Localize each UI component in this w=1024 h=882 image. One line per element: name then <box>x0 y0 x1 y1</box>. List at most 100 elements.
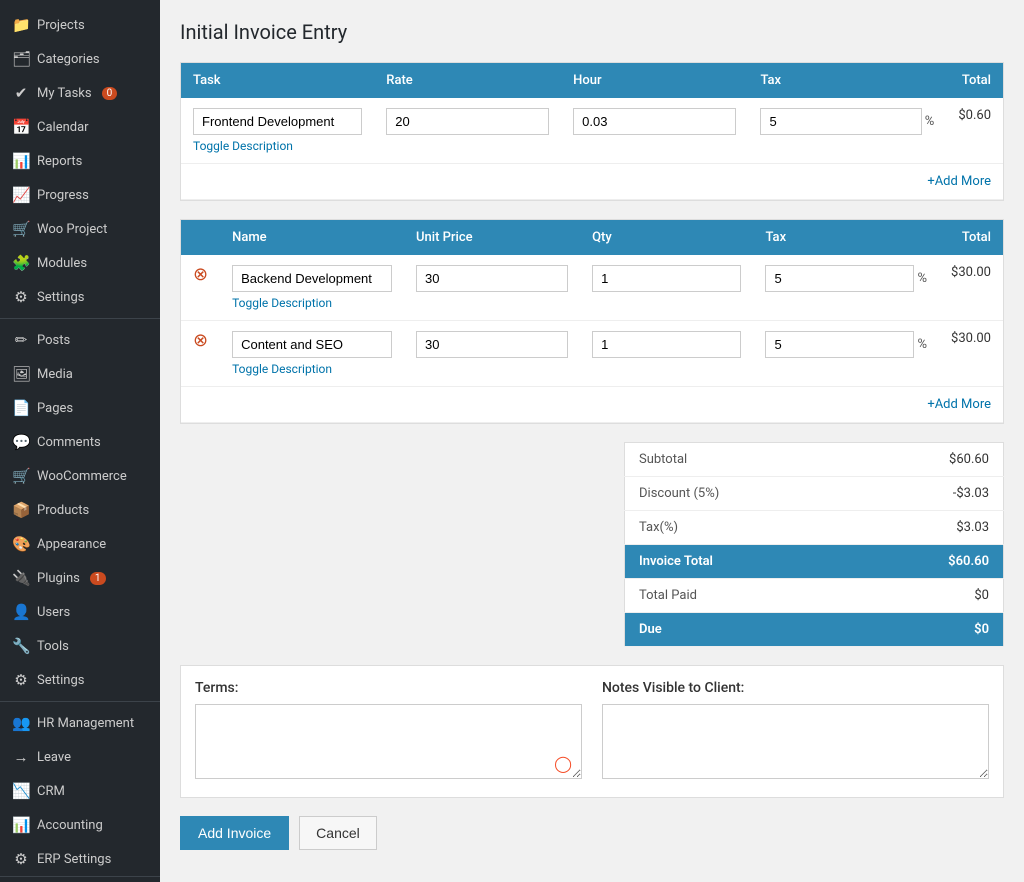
add-invoice-button[interactable]: Add Invoice <box>180 816 289 850</box>
product-toggle-desc-2[interactable]: Toggle Description <box>232 362 392 376</box>
product-tax-input-1[interactable] <box>765 265 914 292</box>
terms-label: Terms: <box>195 680 582 696</box>
notes-label: Notes Visible to Client: <box>602 680 989 696</box>
task-add-more-row: +Add More <box>181 164 1003 200</box>
sidebar-item-leave[interactable]: → Leave <box>0 740 160 774</box>
sidebar-item-woo-project[interactable]: 🛒 Woo Project <box>0 212 160 246</box>
task-hour-input[interactable] <box>573 108 736 135</box>
sidebar-label: Woo Project <box>37 222 107 237</box>
sidebar-item-projects[interactable]: 📁 Projects <box>0 8 160 42</box>
sidebar-label: Tools <box>37 639 69 654</box>
sidebar-label: Products <box>37 503 89 518</box>
sidebar-item-settings-proj[interactable]: ⚙ Settings <box>0 280 160 314</box>
sidebar-item-settings[interactable]: ⚙ Settings <box>0 663 160 697</box>
cancel-button[interactable]: Cancel <box>299 816 377 850</box>
sidebar-item-posts[interactable]: ✏ Posts <box>0 323 160 357</box>
product-qty-input-2[interactable] <box>592 331 741 358</box>
name-cell-1: Toggle Description <box>220 255 404 321</box>
sidebar-item-erp-settings[interactable]: ⚙ ERP Settings <box>0 842 160 876</box>
sidebar-item-products[interactable]: 📦 Products <box>0 493 160 527</box>
sidebar-item-tools[interactable]: 🔧 Tools <box>0 629 160 663</box>
users-icon: 👤 <box>12 603 30 621</box>
invoice-total-label: Invoice Total <box>625 545 856 579</box>
sidebar: 📁 Projects 🗂 Categories ✔ My Tasks 0 📅 C… <box>0 0 160 882</box>
task-tax-input[interactable] <box>760 108 921 135</box>
categories-icon: 🗂 <box>12 50 30 68</box>
tax-col-header-prod: Tax <box>753 220 939 255</box>
summary-section: Subtotal $60.60 Discount (5%) -$3.03 Tax… <box>180 442 1004 647</box>
subtotal-value: $60.60 <box>856 443 1004 477</box>
product-add-more-link[interactable]: +Add More <box>927 397 991 412</box>
woocommerce-icon: 🛒 <box>12 467 30 485</box>
sidebar-label: Reports <box>37 154 82 169</box>
sidebar-item-crm[interactable]: 📉 CRM <box>0 774 160 808</box>
remove-cell-2: ⊗ <box>181 321 220 387</box>
sidebar-item-appearance[interactable]: 🎨 Appearance <box>0 527 160 561</box>
summary-discount-row: Discount (5%) -$3.03 <box>625 477 1004 511</box>
sidebar-label: Comments <box>37 435 101 450</box>
sidebar-item-woocommerce[interactable]: 🛒 WooCommerce <box>0 459 160 493</box>
erp-icon: ⚙ <box>12 850 30 868</box>
total-paid-value: $0 <box>856 579 1004 613</box>
sidebar-item-categories[interactable]: 🗂 Categories <box>0 42 160 76</box>
tax-cell: % <box>748 98 946 164</box>
leave-icon: → <box>12 748 30 766</box>
sidebar-item-media[interactable]: 🖼 Media <box>0 357 160 391</box>
total-col-header: Total <box>946 63 1003 98</box>
notes-textarea-wrap <box>602 704 989 783</box>
main-content: Initial Invoice Entry Task Rate Hour Tax… <box>160 0 1024 882</box>
sidebar-item-plugins[interactable]: 🔌 Plugins 1 <box>0 561 160 595</box>
product-name-input-2[interactable] <box>232 331 392 358</box>
sidebar-item-users[interactable]: 👤 Users <box>0 595 160 629</box>
sidebar-divider-1 <box>0 318 160 319</box>
sidebar-label: Media <box>37 367 73 382</box>
product-unitprice-input-1[interactable] <box>416 265 568 292</box>
sidebar-item-accounting[interactable]: 📊 Accounting <box>0 808 160 842</box>
product-tax-input-2[interactable] <box>765 331 914 358</box>
sidebar-item-reports[interactable]: 📊 Reports <box>0 144 160 178</box>
sidebar-item-pages[interactable]: 📄 Pages <box>0 391 160 425</box>
due-label: Due <box>625 613 856 647</box>
name-cell-2: Toggle Description <box>220 321 404 387</box>
sidebar-item-my-tasks[interactable]: ✔ My Tasks 0 <box>0 76 160 110</box>
summary-total-paid-row: Total Paid $0 <box>625 579 1004 613</box>
tax-cell-2: % <box>753 321 939 387</box>
task-rate-input[interactable] <box>386 108 549 135</box>
remove-cell-1: ⊗ <box>181 255 220 321</box>
remove-row-1-button[interactable]: ⊗ <box>193 265 208 283</box>
product-name-input-1[interactable] <box>232 265 392 292</box>
sidebar-label: Users <box>37 605 70 620</box>
remove-row-2-button[interactable]: ⊗ <box>193 331 208 349</box>
product-add-more-cell: +Add More <box>181 387 1003 423</box>
task-name-input[interactable] <box>193 108 362 135</box>
task-toggle-desc[interactable]: Toggle Description <box>193 139 362 153</box>
product-toggle-desc-1[interactable]: Toggle Description <box>232 296 392 310</box>
sidebar-item-calendar[interactable]: 📅 Calendar <box>0 110 160 144</box>
product-unitprice-input-2[interactable] <box>416 331 568 358</box>
sidebar-item-progress[interactable]: 📈 Progress <box>0 178 160 212</box>
notes-textarea[interactable] <box>602 704 989 779</box>
media-icon: 🖼 <box>12 365 30 383</box>
product-qty-input-1[interactable] <box>592 265 741 292</box>
total-cell-1: $30.00 <box>939 255 1003 321</box>
sidebar-label: Posts <box>37 333 70 348</box>
tax-label: Tax(%) <box>625 511 856 545</box>
collapse-menu-button[interactable]: ◀ Collapse menu <box>0 876 160 882</box>
terms-textarea[interactable] <box>195 704 582 779</box>
sidebar-item-hr-management[interactable]: 👥 HR Management <box>0 706 160 740</box>
due-value: $0 <box>856 613 1004 647</box>
total-cell-2: $30.00 <box>939 321 1003 387</box>
summary-subtotal-row: Subtotal $60.60 <box>625 443 1004 477</box>
sidebar-item-comments[interactable]: 💬 Comments <box>0 425 160 459</box>
tasks-icon: ✔ <box>12 84 30 102</box>
percent-sign: % <box>925 114 935 129</box>
unitprice-cell-2 <box>404 321 580 387</box>
grammarly-icon: ◯ <box>554 754 572 773</box>
task-add-more-link[interactable]: +Add More <box>927 174 991 189</box>
sidebar-item-modules[interactable]: 🧩 Modules <box>0 246 160 280</box>
settings-icon: ⚙ <box>12 671 30 689</box>
rate-cell <box>374 98 561 164</box>
total-col-header-prod: Total <box>939 220 1003 255</box>
product-row: ⊗ Toggle Description <box>181 255 1003 321</box>
plugins-icon: 🔌 <box>12 569 30 587</box>
